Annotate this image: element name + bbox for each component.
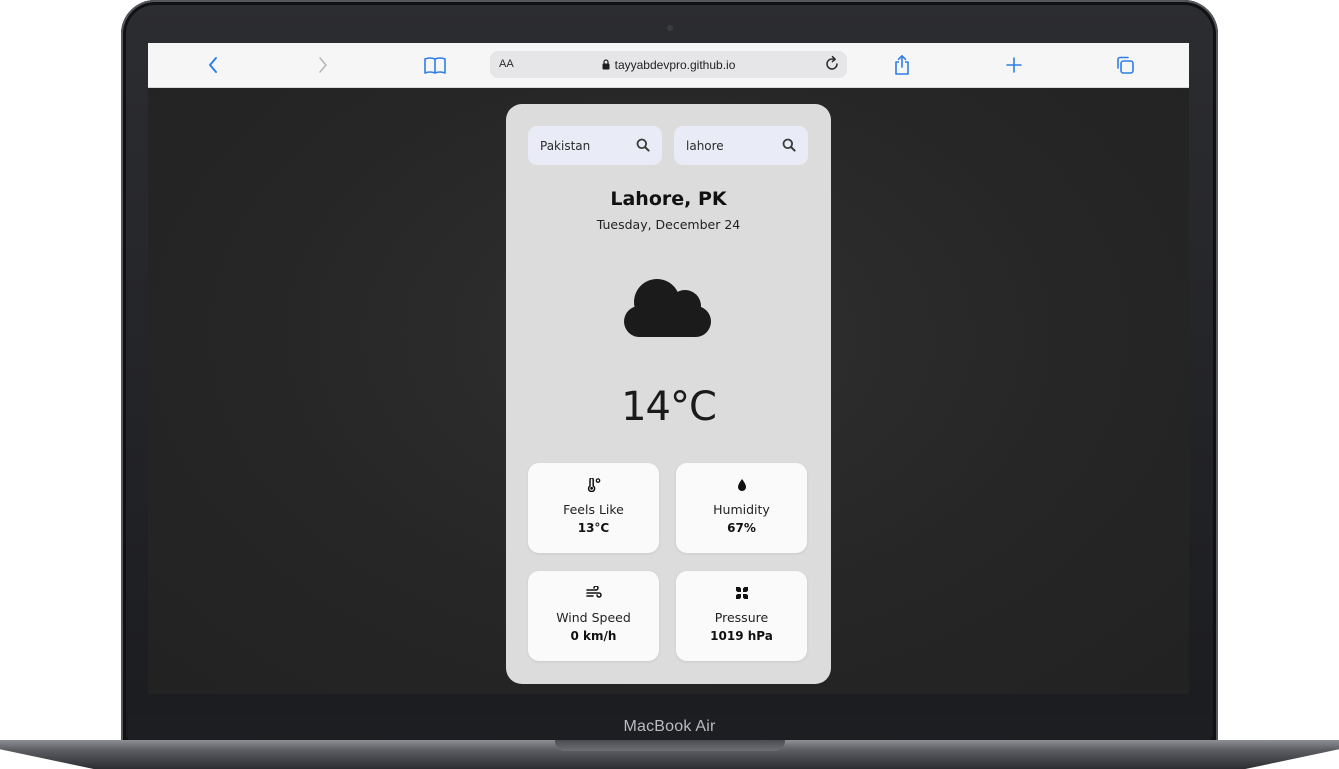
city-search[interactable]: [674, 126, 808, 165]
pressure-label: Pressure: [714, 610, 769, 625]
new-tab-button[interactable]: [1001, 43, 1027, 87]
tabs-icon: [1117, 56, 1134, 74]
share-button[interactable]: [889, 43, 915, 87]
back-button[interactable]: [200, 43, 226, 87]
pressure-value: 1019 hPa: [710, 629, 773, 643]
wind-speed-tile: Wind Speed 0 km/h: [528, 571, 659, 661]
wind-speed-value: 0 km/h: [570, 629, 617, 643]
humidity-value: 67%: [727, 521, 756, 535]
browser-toolbar: AA tayyabdevpro.github.io: [148, 43, 1189, 88]
tabs-button[interactable]: [1112, 43, 1138, 87]
pressure-tile: Pressure 1019 hPa: [676, 571, 807, 661]
feels-like-label: Feels Like: [563, 502, 624, 517]
cloud-icon: [624, 279, 711, 337]
address-bar[interactable]: AA tayyabdevpro.github.io: [490, 51, 847, 78]
temperature-value: 14°C: [621, 384, 717, 430]
chevron-right-icon: [319, 57, 327, 73]
chevron-left-icon: [209, 57, 217, 73]
feels-like-tile: Feels Like 13°C: [528, 463, 659, 553]
reload-button[interactable]: [823, 55, 841, 78]
share-icon: [895, 55, 909, 75]
country-search[interactable]: [528, 126, 662, 165]
location-title: Lahore, PK: [610, 188, 727, 210]
laptop-hinge-notch: [555, 740, 785, 751]
browser-screen: AA tayyabdevpro.github.io Pakistan lahor…: [148, 43, 1189, 694]
forward-button[interactable]: [310, 43, 336, 87]
bookmarks-button[interactable]: [420, 43, 450, 87]
date-text: Tuesday, December 24: [596, 217, 741, 232]
plus-icon: [1006, 57, 1022, 73]
search-icon[interactable]: [636, 138, 650, 152]
lock-icon: [602, 59, 610, 70]
camera-dot: [667, 25, 673, 31]
humidity-label: Humidity: [713, 502, 770, 517]
device-brand-label: MacBook Air: [623, 718, 716, 735]
url-text: tayyabdevpro.github.io: [614, 57, 736, 72]
thermometer-icon: [587, 478, 600, 492]
humidity-tile: Humidity 67%: [676, 463, 807, 553]
book-icon: [424, 57, 446, 74]
feels-like-value: 13°C: [577, 521, 610, 535]
search-icon[interactable]: [782, 138, 796, 152]
pressure-icon: [735, 587, 748, 599]
wind-icon: [585, 586, 602, 598]
reload-icon: [826, 55, 838, 70]
weather-card: Lahore, PK Tuesday, December 24 14°C Fee…: [506, 104, 831, 684]
wind-speed-label: Wind Speed: [556, 610, 631, 625]
droplet-icon: [737, 479, 746, 491]
